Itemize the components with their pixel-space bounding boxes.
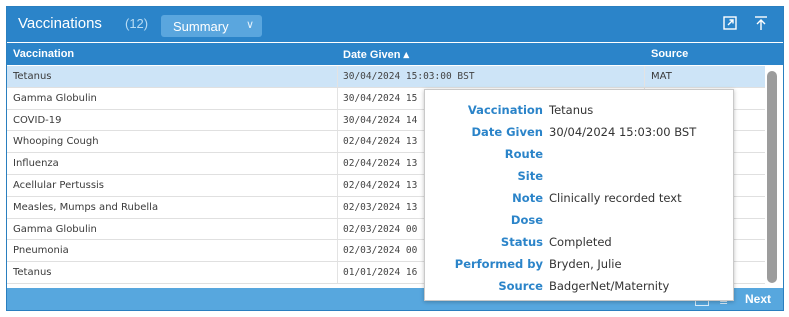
cell-vaccination: Tetanus <box>13 71 52 82</box>
tooltip-field-note: Note Clinically recorded text <box>425 189 733 209</box>
tooltip-value: BadgerNet/Maternity <box>549 279 670 293</box>
column-header-date-given[interactable]: Date Given ▴ <box>343 48 409 61</box>
tooltip-value: Clinically recorded text <box>549 191 682 205</box>
cell-vaccination: Pneumonia <box>13 245 69 257</box>
tooltip-value: Tetanus <box>549 103 594 117</box>
summary-dropdown[interactable]: Summary ∨ <box>161 15 262 37</box>
tooltip-label: Site <box>517 169 543 183</box>
tooltip-value: Completed <box>549 235 612 249</box>
tooltip-field-performed-by: Performed by Bryden, Julie <box>425 255 733 275</box>
cell-vaccination: Gamma Globulin <box>13 223 97 235</box>
collapse-to-top-icon[interactable] <box>753 15 769 31</box>
scrollbar-thumb[interactable] <box>767 71 777 283</box>
cell-date-given: 30/04/2024 15:03:00 BST <box>343 71 475 82</box>
tooltip-field-source: Source BadgerNet/Maternity <box>425 277 733 297</box>
cell-date-given: 02/04/2024 13 <box>343 158 418 170</box>
cell-date-given: 01/01/2024 16 <box>343 267 418 279</box>
table-row[interactable]: Tetanus 30/04/2024 15:03:00 BST MAT <box>7 66 765 88</box>
cell-date-given: 02/03/2024 13 <box>343 201 418 213</box>
cell-date-given: 30/04/2024 15 <box>343 92 418 104</box>
cell-date-given: 02/03/2024 00 <box>343 245 418 257</box>
cell-date-given: 30/04/2024 14 <box>343 114 418 126</box>
tooltip-field-date-given: Date Given 30/04/2024 15:03:00 BST <box>425 123 733 143</box>
column-header-source[interactable]: Source <box>651 48 688 60</box>
tooltip-label: Source <box>498 279 543 293</box>
cell-vaccination: Influenza <box>13 158 59 170</box>
tooltip-label: Dose <box>510 213 543 227</box>
vaccination-count: (12) <box>125 16 149 31</box>
panel-title: Vaccinations <box>18 15 102 32</box>
cell-vaccination: Measles, Mumps and Rubella <box>13 201 159 213</box>
tooltip-label: Route <box>504 147 543 161</box>
cell-source: MAT <box>651 71 672 82</box>
external-link-icon[interactable] <box>722 15 738 31</box>
cell-vaccination: Gamma Globulin <box>13 92 97 104</box>
cell-vaccination: Acellular Pertussis <box>13 179 105 191</box>
tooltip-label: Note <box>512 191 543 205</box>
tooltip-label: Date Given <box>471 125 543 139</box>
table-scrollbar[interactable] <box>766 67 778 287</box>
panel-header: Vaccinations (12) Summary ∨ <box>7 7 783 42</box>
next-page-button[interactable]: Next <box>745 292 771 306</box>
cell-date-given: 02/04/2024 13 <box>343 179 418 191</box>
tooltip-label: Status <box>500 235 543 249</box>
tooltip-field-status: Status Completed <box>425 233 733 253</box>
chevron-down-icon: ∨ <box>245 19 254 31</box>
summary-dropdown-label: Summary <box>173 18 229 34</box>
table-header: Vaccination Date Given ▴ Source <box>7 43 783 65</box>
cell-vaccination: Tetanus <box>13 267 52 279</box>
tooltip-label: Performed by <box>454 257 543 271</box>
tooltip-field-vaccination: Vaccination Tetanus <box>425 101 733 121</box>
cell-date-given: 02/03/2024 00 <box>343 223 418 235</box>
tooltip-label: Vaccination <box>467 103 543 117</box>
tooltip-field-site: Site <box>425 167 733 187</box>
cell-vaccination: COVID-19 <box>13 114 62 126</box>
tooltip-value: Bryden, Julie <box>549 257 622 271</box>
tooltip-field-dose: Dose <box>425 211 733 231</box>
tooltip-field-route: Route <box>425 145 733 165</box>
cell-vaccination: Whooping Cough <box>13 136 99 148</box>
vaccination-detail-tooltip: Vaccination Tetanus Date Given 30/04/202… <box>424 89 734 301</box>
cell-date-given: 02/04/2024 13 <box>343 136 418 148</box>
column-header-vaccination[interactable]: Vaccination <box>13 48 74 60</box>
tooltip-value: 30/04/2024 15:03:00 BST <box>549 125 697 139</box>
